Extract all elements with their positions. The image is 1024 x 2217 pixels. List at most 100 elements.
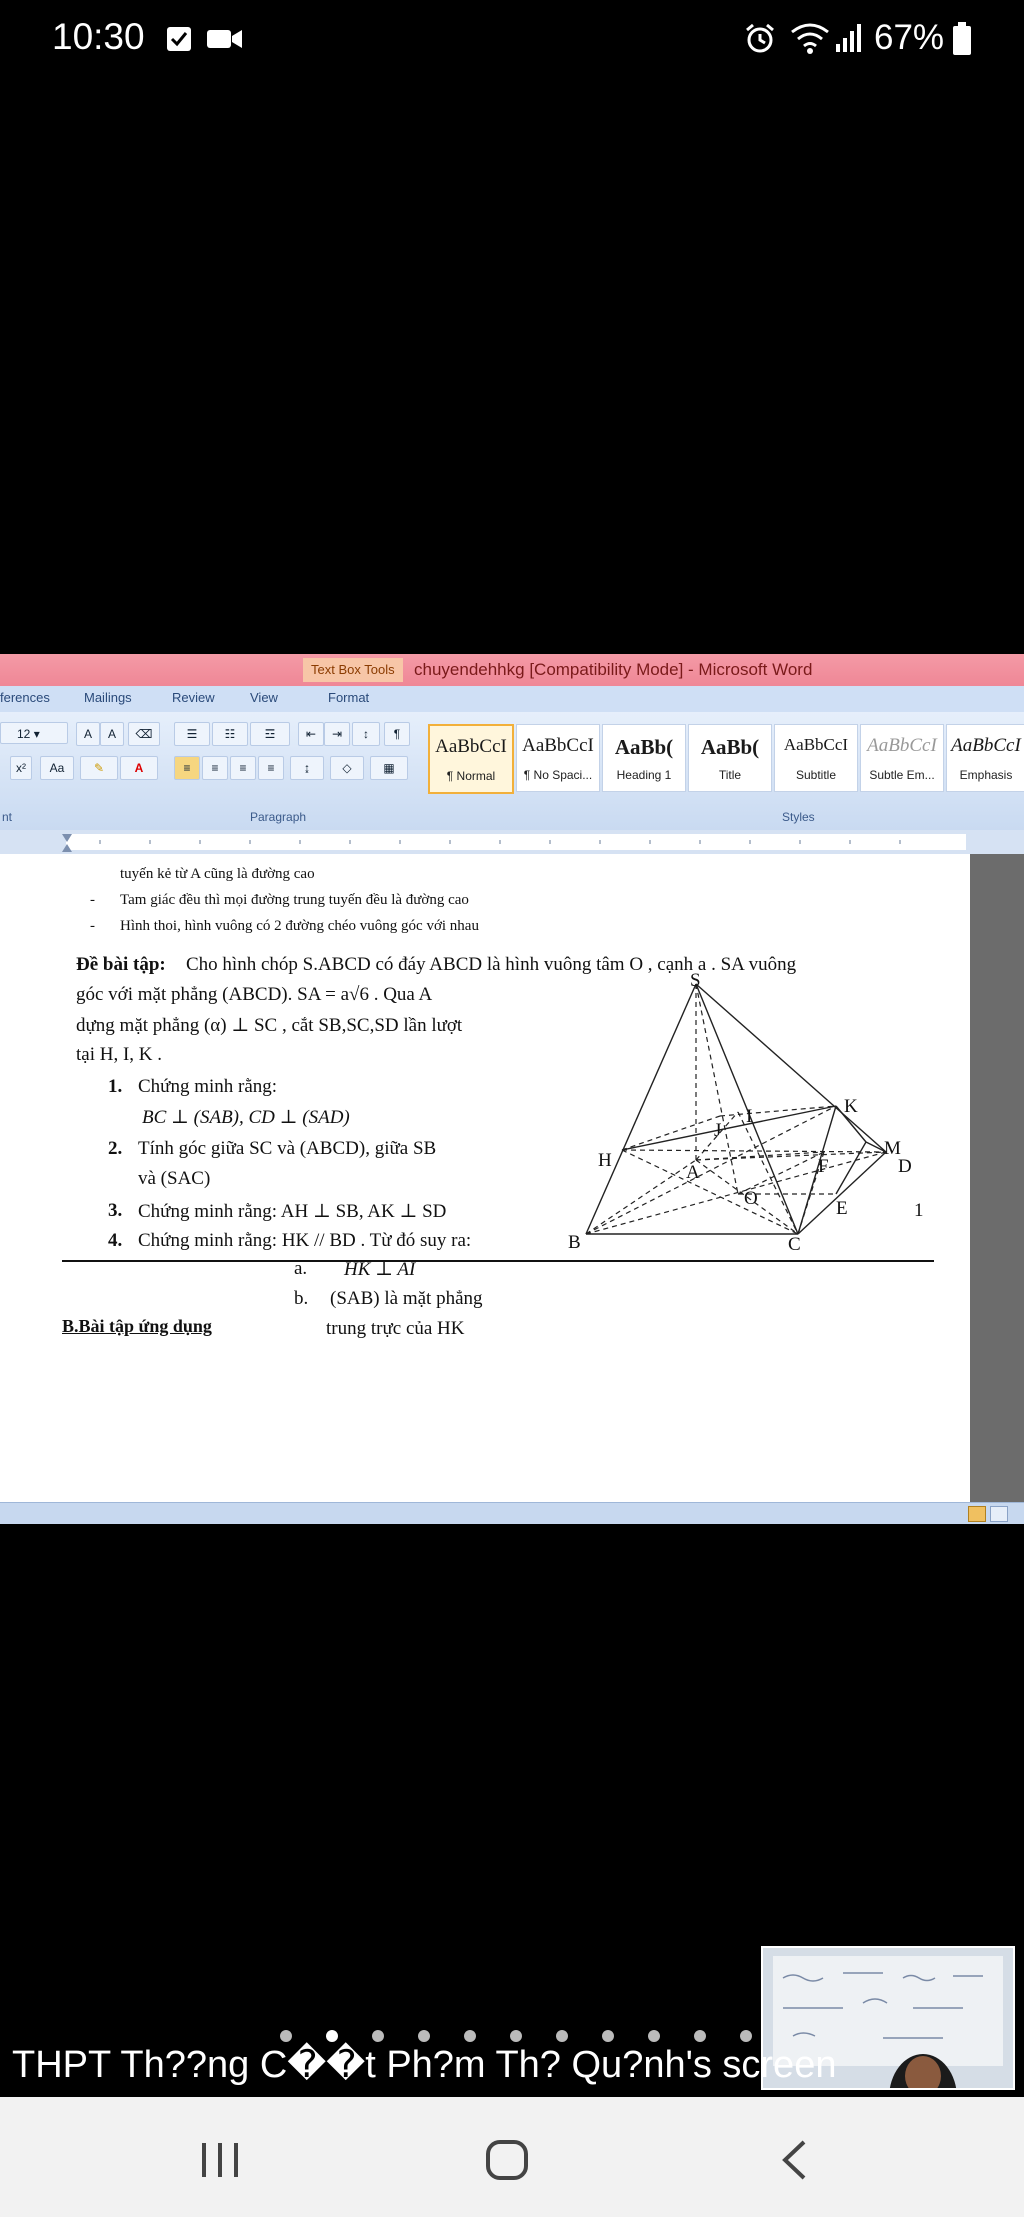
- item-number: 4.: [108, 1230, 123, 1251]
- page-dot[interactable]: [602, 2030, 614, 2042]
- document-page[interactable]: tuyến kẻ từ A cũng là đường cao - Tam gi…: [0, 854, 970, 1502]
- problem-line-2: góc với mặt phẳng (ABCD). SA = a√6 . Qua…: [76, 984, 433, 1005]
- grow-font-button[interactable]: A: [76, 722, 100, 746]
- battery-percent: 67%: [874, 18, 945, 57]
- page-dot[interactable]: [372, 2030, 384, 2042]
- line-HD: [621, 1149, 887, 1153]
- page-dot-active[interactable]: [326, 2030, 338, 2042]
- style-name: Subtle Em...: [869, 768, 935, 782]
- style-name: Emphasis: [959, 768, 1013, 782]
- signal-icon: [836, 24, 861, 52]
- superscript-icon[interactable]: x²: [10, 756, 32, 780]
- sub-item-text: (SAB) là mặt phẳng: [330, 1288, 483, 1309]
- style-heading-1[interactable]: AaBb( Heading 1: [602, 724, 686, 792]
- recent-apps-icon[interactable]: [200, 2141, 240, 2179]
- screen-share-caption: THPT Th??ng C��t Ph?m Th? Qu?nh's screen: [12, 2044, 837, 2086]
- sort-icon[interactable]: ↕: [352, 722, 380, 746]
- page-dot[interactable]: [648, 2030, 660, 2042]
- ruler-ticks: [62, 834, 966, 852]
- style-no-spacing[interactable]: AaBbCcI ¶ No Spaci...: [516, 724, 600, 792]
- figure-label-A: A: [686, 1162, 700, 1183]
- figure-label-F: F: [818, 1156, 829, 1177]
- alarm-icon: [746, 23, 774, 53]
- bullets-icon[interactable]: ☰: [174, 722, 210, 746]
- figure-label-K: K: [844, 1096, 858, 1117]
- style-emphasis[interactable]: AaBbCcI Emphasis: [946, 724, 1024, 792]
- status-bar: 10:30 67%: [0, 0, 1024, 84]
- font-color-icon[interactable]: A: [120, 756, 158, 780]
- tab-review[interactable]: Review: [172, 690, 215, 705]
- align-center-icon[interactable]: ≡: [202, 756, 228, 780]
- divider: [62, 1260, 934, 1262]
- page-dot[interactable]: [510, 2030, 522, 2042]
- item-text: Chứng minh rằng:: [138, 1076, 278, 1097]
- bullet-marker: -: [90, 918, 95, 934]
- clear-format-icon[interactable]: ⌫: [128, 722, 160, 746]
- item-number: 3.: [108, 1200, 123, 1221]
- decrease-indent-icon[interactable]: ⇤: [298, 722, 324, 746]
- highlight-icon[interactable]: ✎: [80, 756, 118, 780]
- style-title[interactable]: AaBb( Title: [688, 724, 772, 792]
- contextual-tab-text-box-tools[interactable]: Text Box Tools: [303, 658, 403, 682]
- group-label-font: nt: [2, 810, 13, 824]
- checkbox-notification-icon: [167, 27, 191, 51]
- page-dot[interactable]: [464, 2030, 476, 2042]
- style-name: Subtitle: [795, 768, 837, 782]
- style-subtle-emphasis[interactable]: AaBbCcI Subtle Em...: [860, 724, 944, 792]
- horizontal-ruler[interactable]: [0, 830, 1024, 855]
- style-sample: AaBbCcI: [435, 736, 507, 757]
- item-text: Chứng minh rằng: AH ⊥ SB, AK ⊥ SD: [138, 1201, 447, 1222]
- show-marks-icon[interactable]: ¶: [384, 722, 410, 746]
- figure-label-E: E: [836, 1198, 848, 1219]
- increase-indent-icon[interactable]: ⇥: [324, 722, 350, 746]
- item-sub: và (SAC): [138, 1168, 211, 1189]
- tab-mailings[interactable]: Mailings: [84, 690, 132, 705]
- shrink-font-button[interactable]: A: [100, 722, 124, 746]
- tab-view[interactable]: View: [250, 690, 278, 705]
- group-label-paragraph: Paragraph: [250, 810, 307, 824]
- bullet-item: Hình thoi, hình vuông có 2 đường chéo vu…: [120, 918, 479, 934]
- navigation-bar: [0, 2097, 1024, 2217]
- sub-item-label: b.: [294, 1288, 309, 1309]
- align-right-icon[interactable]: ≡: [230, 756, 256, 780]
- page-dot[interactable]: [740, 2030, 752, 2042]
- status-time: 10:30: [52, 16, 145, 57]
- align-left-icon[interactable]: ≡: [174, 756, 200, 780]
- problem-line-3: dựng mặt phẳng (α) ⊥ SC , cắt SB,SC,SD l…: [76, 1015, 463, 1036]
- figure-label-H: H: [598, 1150, 612, 1171]
- multilevel-list-icon[interactable]: ☲: [250, 722, 290, 746]
- style-name: Title: [718, 768, 742, 782]
- view-mode-icon[interactable]: [968, 1506, 986, 1522]
- wifi-icon: [791, 23, 829, 54]
- battery-icon: [953, 22, 971, 55]
- style-normal[interactable]: AaBbCcI ¶ Normal: [428, 724, 514, 794]
- page-dot[interactable]: [694, 2030, 706, 2042]
- back-icon[interactable]: [780, 2139, 808, 2181]
- problem-label: Đề bài tập:: [76, 954, 166, 975]
- style-subtitle[interactable]: AaBbCcI Subtitle: [774, 724, 858, 792]
- style-sample: AaBbCcI: [783, 735, 849, 754]
- justify-icon[interactable]: ≡: [258, 756, 284, 780]
- text-line: tuyến kẻ từ A cũng là đường cao: [120, 866, 315, 882]
- page-dot[interactable]: [418, 2030, 430, 2042]
- font-size-select[interactable]: 12 ▾: [0, 722, 68, 744]
- item-sub: BC ⊥ (SAB), CD ⊥ (SAD): [142, 1107, 350, 1128]
- line-spacing-icon[interactable]: ↨: [290, 756, 324, 780]
- section-b-heading: B.Bài tập ứng dụng: [62, 1316, 212, 1336]
- tab-format[interactable]: Format: [328, 690, 369, 705]
- numbering-icon[interactable]: ☷: [212, 722, 248, 746]
- home-icon[interactable]: [485, 2139, 529, 2181]
- window-title: chuyendehhkg [Compatibility Mode] - Micr…: [414, 660, 813, 679]
- figure-label-D: D: [898, 1156, 912, 1177]
- change-case-icon[interactable]: Aa: [40, 756, 74, 780]
- figure-label-C: C: [788, 1234, 801, 1255]
- figure-label-O: O: [744, 1188, 758, 1209]
- borders-icon[interactable]: ▦: [370, 756, 408, 780]
- view-mode-icon[interactable]: [990, 1506, 1008, 1522]
- shading-icon[interactable]: ◇: [330, 756, 364, 780]
- page-number: 1: [914, 1200, 924, 1221]
- page-dot[interactable]: [280, 2030, 292, 2042]
- tab-references[interactable]: ferences: [0, 690, 50, 705]
- page-dot[interactable]: [556, 2030, 568, 2042]
- font-size-value: 12: [17, 727, 31, 741]
